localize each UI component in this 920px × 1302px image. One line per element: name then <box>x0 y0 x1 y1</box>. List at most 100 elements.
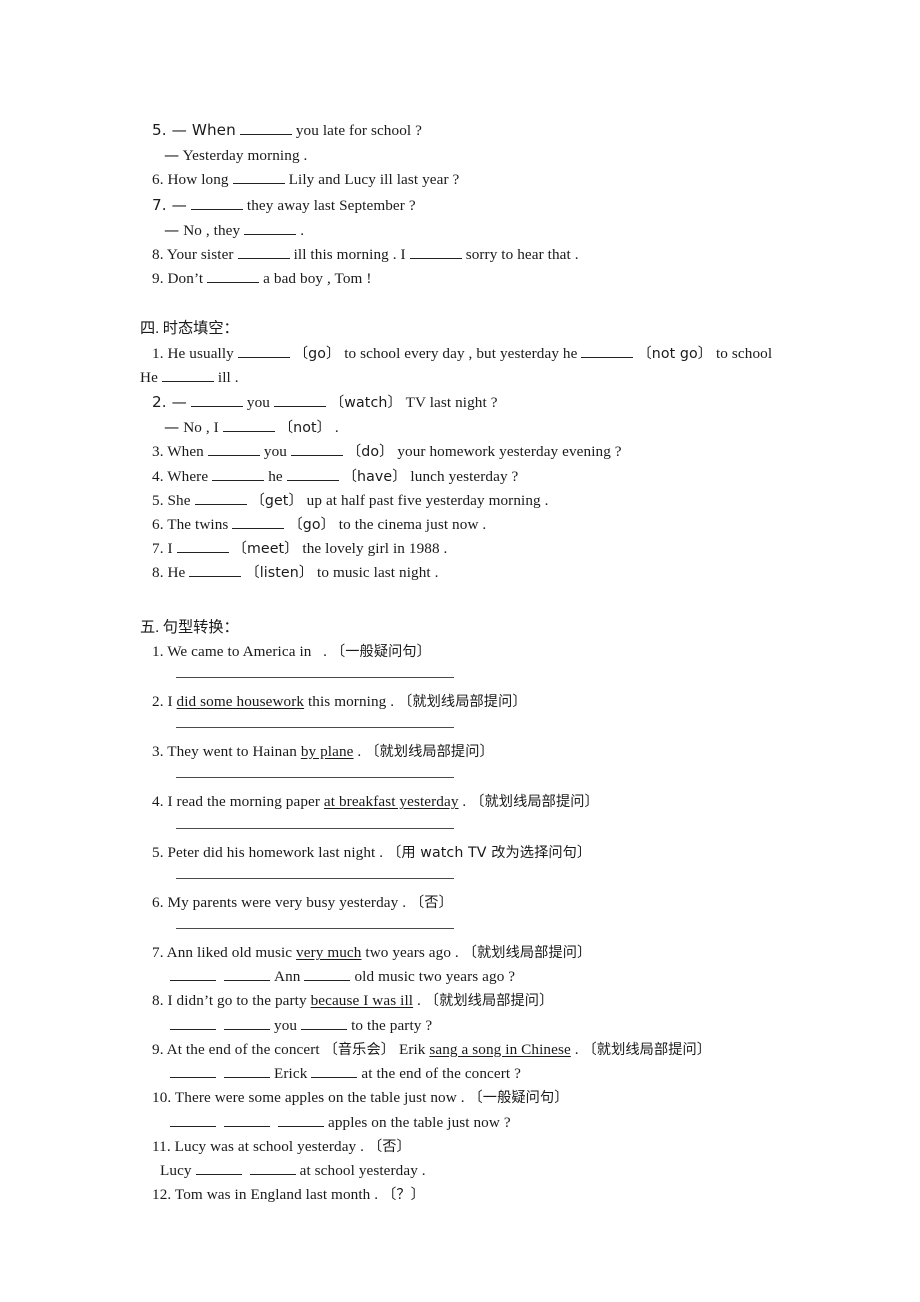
transform-item: 2. I did some housework this morning . 〔… <box>152 693 527 711</box>
underlined-phrase: very much <box>296 944 362 962</box>
fill-blank[interactable] <box>409 245 462 260</box>
fill-blank[interactable] <box>232 515 285 530</box>
transform-item: 6. My parents were very busy yesterday .… <box>152 893 453 911</box>
transform-item: 12. Tom was in England last month . 〔？〕 <box>152 1186 425 1204</box>
exercise-item: 5. She 〔get〕 up at half past five yesterd… <box>152 490 549 509</box>
fill-blank[interactable] <box>207 269 260 284</box>
answer-rule[interactable] <box>176 777 454 779</box>
fill-blank[interactable] <box>274 393 326 408</box>
fill-blank[interactable] <box>224 1015 270 1030</box>
section-five-heading: 五. 句型转换： <box>140 618 239 636</box>
fill-blank[interactable] <box>212 466 265 481</box>
item-annotation: 〔？〕 <box>382 1187 425 1204</box>
transform-answer-line: Ann old music two years ago ? <box>140 965 800 989</box>
fill-blank[interactable] <box>232 170 285 185</box>
exercise-item: 9. Don’t a bad boy , Tom ! <box>152 269 372 288</box>
exercise-item: 5. — When you late for school ? <box>152 121 422 139</box>
exercise-item: 8. He 〔listen〕 to music last night . <box>152 563 439 582</box>
fill-blank[interactable] <box>189 563 242 578</box>
fill-blank[interactable] <box>207 442 260 457</box>
answer-rule[interactable] <box>176 928 454 930</box>
fill-blank[interactable] <box>290 442 343 457</box>
fill-blank[interactable] <box>170 1112 216 1127</box>
transform-item: 10. There were some apples on the table … <box>152 1089 569 1107</box>
fill-blank[interactable] <box>244 220 297 235</box>
answer-rule[interactable] <box>176 877 454 879</box>
fill-blank[interactable] <box>278 1112 324 1127</box>
answer-rule[interactable] <box>176 677 454 679</box>
item-annotation: 〔否〕 <box>410 894 453 911</box>
fill-blank[interactable] <box>190 195 243 210</box>
transform-item: 8. I didn’t go to the party because I wa… <box>152 992 554 1010</box>
exercise-item: 7. I 〔meet〕 the lovely girl in 1988 . <box>152 539 448 558</box>
transform-item: 11. Lucy was at school yesterday . 〔否〕 <box>152 1137 411 1155</box>
underlined-phrase: at breakfast yesterday <box>323 793 459 811</box>
item-annotation: 〔就划线局部提问〕 <box>398 694 527 711</box>
section-four-items: 1. He usually 〔go〕 to school every day , … <box>140 342 800 586</box>
answer-rule[interactable] <box>176 827 454 829</box>
fill-blank[interactable] <box>304 967 351 982</box>
item-annotation: 〔用 watch TV 改为选择问句〕 <box>387 844 592 861</box>
item-annotation: 〔就划线局部提问〕 <box>470 794 599 811</box>
fill-blank[interactable] <box>190 393 243 408</box>
item-annotation: 〔就划线局部提问〕 <box>424 993 554 1010</box>
fill-blank[interactable] <box>311 1064 358 1079</box>
fill-blank[interactable] <box>224 967 270 982</box>
fill-blank[interactable] <box>170 1015 216 1030</box>
fill-blank[interactable] <box>237 245 290 260</box>
exercise-item: 4. Where he 〔have〕 lunch yesterday ? <box>152 466 519 485</box>
section-five-items: 1. We came to America in . 〔一般疑问句〕 2. I … <box>140 640 800 1207</box>
exercise-item: 1. He usually 〔go〕 to school every day , … <box>152 343 773 362</box>
exercise-item: — No , they. <box>164 220 305 239</box>
item-annotation: 〔一般疑问句〕 <box>468 1090 569 1107</box>
fill-blank[interactable] <box>161 367 214 382</box>
section-four-heading: 四. 时态填空： <box>140 320 239 338</box>
fill-blank[interactable] <box>222 418 275 433</box>
fill-blank[interactable] <box>239 121 292 135</box>
fill-blank[interactable] <box>301 1015 348 1030</box>
fill-blank[interactable] <box>581 343 634 358</box>
exercise-item: — No , I 〔not〕 . <box>164 418 339 437</box>
exercise-item: 6. The twins 〔go〕 to the cinema just now … <box>152 515 487 534</box>
answer-rule[interactable] <box>176 727 454 729</box>
fill-blank[interactable] <box>170 967 216 982</box>
transform-item: 5. Peter did his homework last night . 〔… <box>152 843 592 861</box>
transform-item: 4. I read the morning paper at breakfast… <box>152 793 599 811</box>
fill-blank[interactable] <box>224 1064 270 1079</box>
fill-blank[interactable] <box>194 490 247 505</box>
exercise-item-wrap: He ill . <box>140 367 239 386</box>
item-annotation: 〔一般疑问句〕 <box>330 643 431 660</box>
fill-blank[interactable] <box>249 1161 296 1175</box>
transform-item: 9. At the end of the concert 〔音乐会〕 Erik … <box>152 1040 712 1058</box>
underlined-phrase: because I was ill <box>310 992 414 1010</box>
transform-answer-line: Erick at the end of the concert ? <box>140 1062 800 1086</box>
fill-blank[interactable] <box>170 1064 216 1079</box>
worksheet-page: 5. — When you late for school ? — Yesterd… <box>0 0 920 1302</box>
item-annotation: 〔就划线局部提问〕 <box>582 1041 712 1058</box>
underlined-phrase: did some housework <box>176 693 305 711</box>
item-annotation: 〔就划线局部提问〕 <box>462 945 592 962</box>
underlined-phrase: sang a song in Chinese <box>429 1040 571 1058</box>
item-annotation: 〔就划线局部提问〕 <box>365 744 494 761</box>
exercise-item: 3. When you 〔do〕 your homework yesterday e… <box>152 442 622 461</box>
underlined-phrase: by plane <box>300 743 354 761</box>
fill-blank[interactable] <box>237 343 290 358</box>
fill-blank[interactable] <box>195 1161 242 1175</box>
transform-answer-line: you to the party ? <box>140 1014 800 1038</box>
transform-item: 7. Ann liked old music very much two yea… <box>152 944 592 962</box>
transform-item: 1. We came to America in . 〔一般疑问句〕 <box>152 642 431 660</box>
fill-blank[interactable] <box>176 539 229 554</box>
transform-answer-line: apples on the table just now ? <box>140 1111 800 1135</box>
fill-blank[interactable] <box>286 466 339 481</box>
exercise-item: 2. — you 〔watch〕 TV last night ? <box>152 393 498 412</box>
transform-answer-line: Lucy at school yesterday . <box>160 1161 426 1179</box>
exercise-item: 7. — they away last September ? <box>152 195 416 214</box>
fill-blank[interactable] <box>224 1112 270 1127</box>
concert-gloss: 〔音乐会〕 <box>323 1041 396 1058</box>
item-annotation: 〔否〕 <box>367 1138 411 1155</box>
exercise-item: — Yesterday morning . <box>164 146 308 165</box>
transform-item: 3. They went to Hainan by plane . 〔就划线局部… <box>152 743 494 761</box>
top-exercise-block: 5. — When you late for school ? — Yesterd… <box>140 118 800 291</box>
